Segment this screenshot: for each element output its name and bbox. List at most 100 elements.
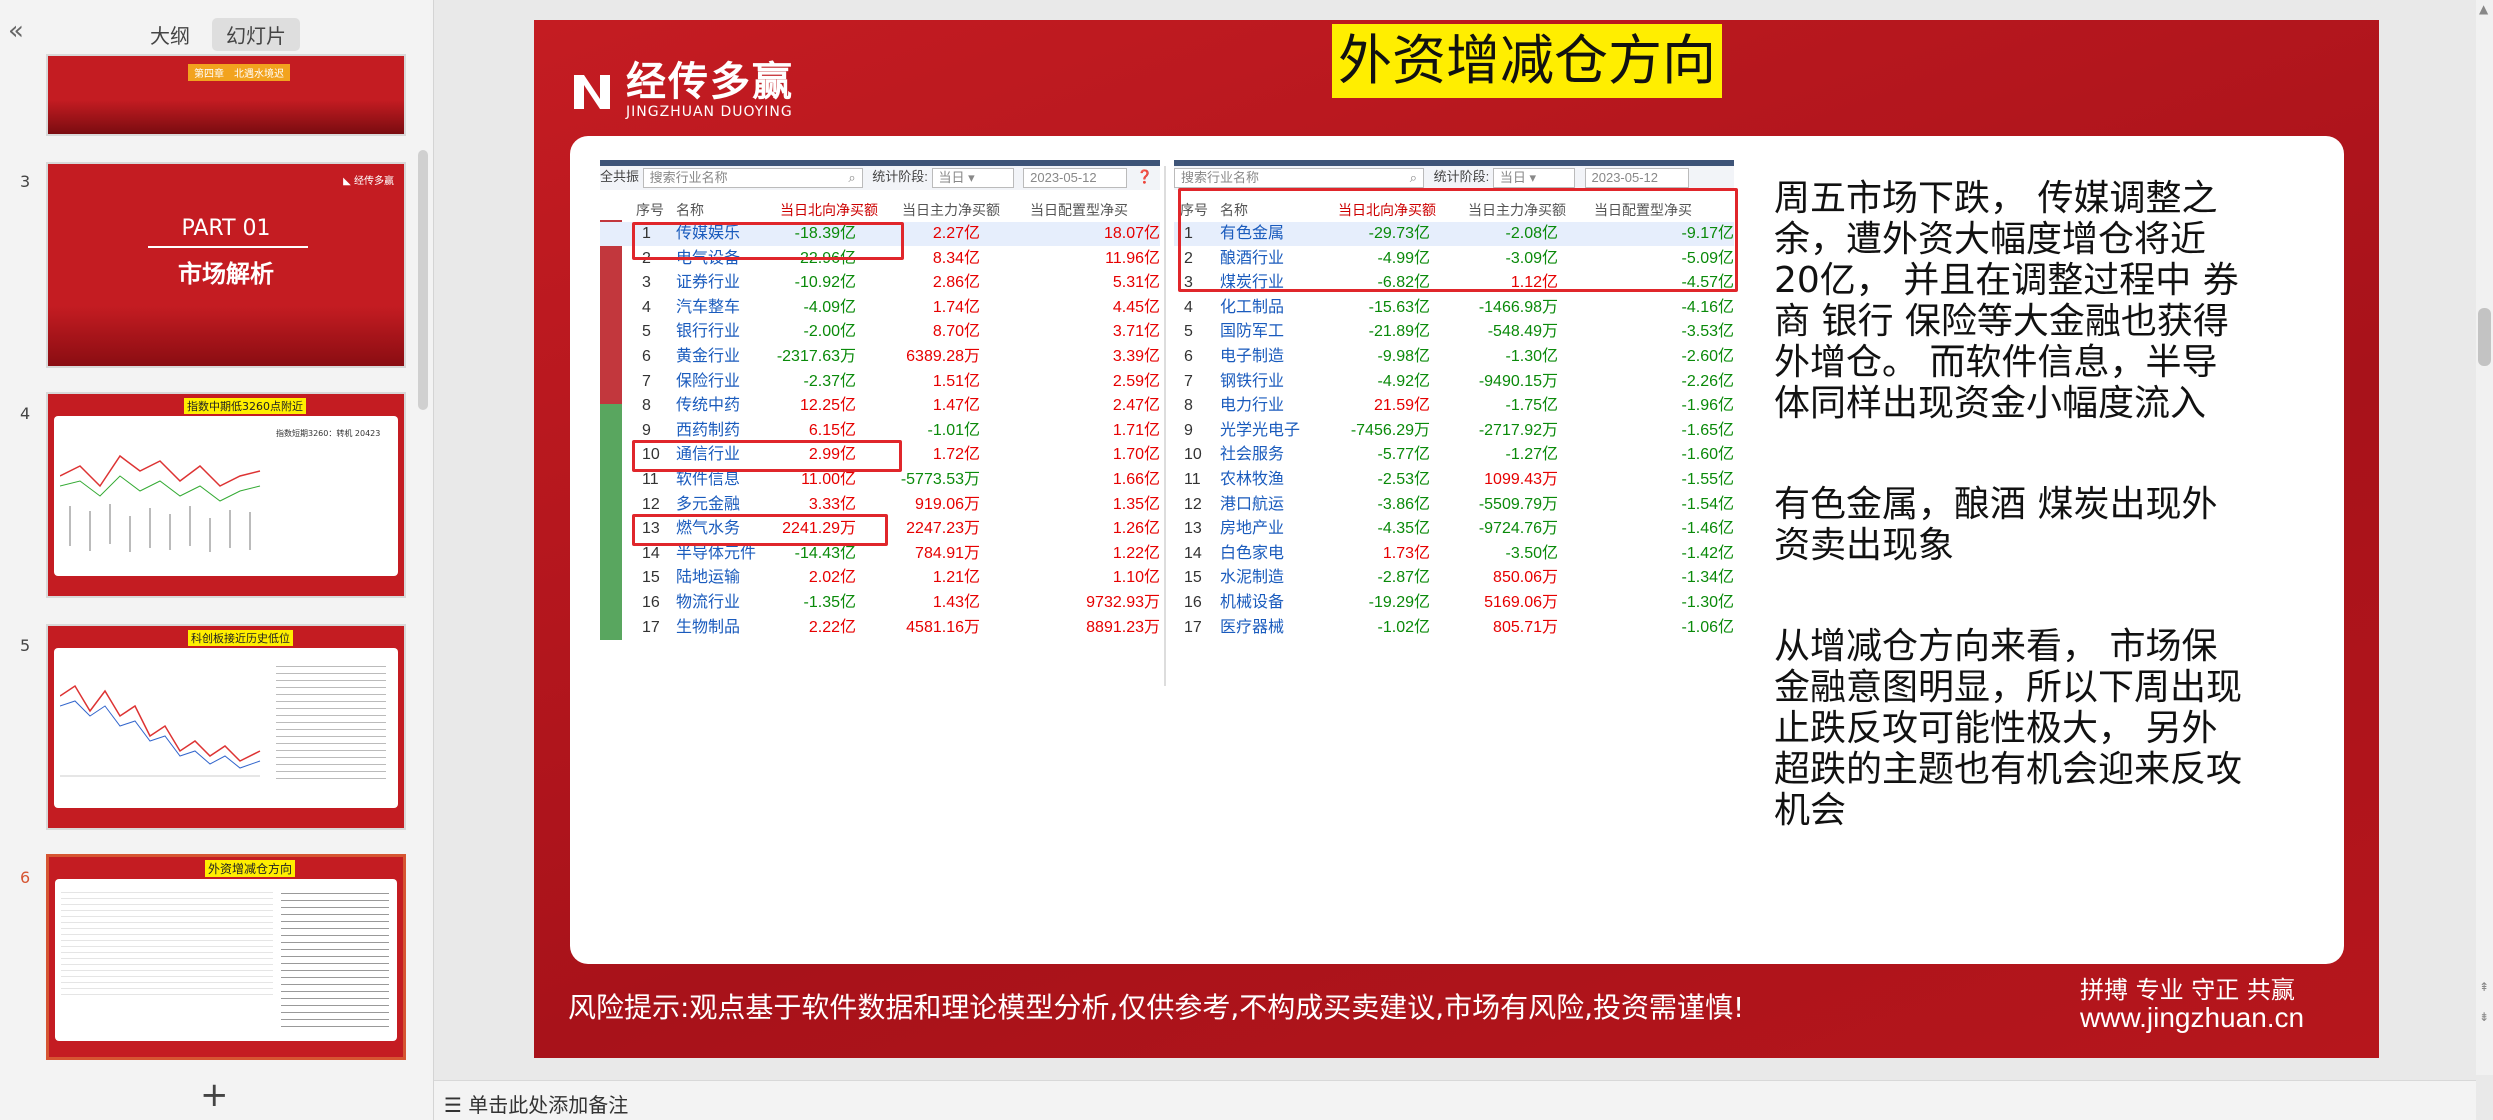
scroll-up-icon: ▲ bbox=[2479, 2, 2489, 16]
table-row[interactable]: 13 房地产业 -1.46亿 -4.35亿 -9724.76万 bbox=[1174, 517, 1734, 541]
table-row[interactable]: 12 多元金融 1.35亿 3.33亿 919.06万 bbox=[600, 493, 1160, 517]
plus-icon[interactable]: + bbox=[200, 1075, 229, 1115]
notes-placeholder: 单击此处添加备注 bbox=[468, 1093, 629, 1117]
table-row[interactable]: 3 证券行业 5.31亿 -10.92亿 2.86亿 bbox=[600, 271, 1160, 295]
slide-canvas[interactable]: 外资增减仓方向 经传多赢 JINGZHUAN DUOYING 全共振 搜索行业名… bbox=[534, 20, 2379, 1058]
table-row[interactable]: 7 保险行业 2.59亿 -2.37亿 1.51亿 bbox=[600, 370, 1160, 394]
tab-outline[interactable]: 大纲 bbox=[136, 18, 204, 51]
table-row[interactable]: 16 机械设备 -1.30亿 -19.29亿 5169.06万 bbox=[1174, 591, 1734, 615]
slide-editor: 外资增减仓方向 经传多赢 JINGZHUAN DUOYING 全共振 搜索行业名… bbox=[434, 0, 2476, 1075]
table-row[interactable]: 4 化工制品 -4.16亿 -15.63亿 -1466.98万 bbox=[1174, 296, 1734, 320]
table-row[interactable]: 4 汽车整车 4.45亿 -4.09亿 1.74亿 bbox=[600, 296, 1160, 320]
cell-name: 机械设备 bbox=[1220, 594, 1285, 611]
cell-idx: 4 bbox=[642, 298, 651, 316]
cell-idx: 16 bbox=[642, 594, 660, 611]
cell-north: 1.10亿 bbox=[1112, 569, 1160, 587]
cell-idx: 11 bbox=[1184, 471, 1201, 488]
view-tabs: 大纲 幻灯片 bbox=[136, 18, 300, 51]
table-row[interactable]: 16 物流行业 9732.93万 -1.35亿 1.43亿 bbox=[600, 591, 1160, 615]
table-row[interactable]: 6 黄金行业 3.39亿 -2317.63万 6389.28万 bbox=[600, 345, 1160, 369]
stat-period-label: 统计阶段: bbox=[1433, 169, 1490, 184]
cell-main: -1.35亿 bbox=[803, 594, 856, 611]
double-chevron-left-icon[interactable]: « bbox=[8, 16, 24, 46]
thumb4-body: 指数短期3260：转机 20423 bbox=[54, 416, 398, 576]
cell-alloc: 6389.28万 bbox=[906, 348, 980, 365]
cell-north: -3.53亿 bbox=[1681, 323, 1734, 341]
tab-slides[interactable]: 幻灯片 bbox=[212, 18, 300, 51]
cell-north: 11.96亿 bbox=[1105, 249, 1160, 267]
next-slide-icon: ⇟ bbox=[2479, 1010, 2490, 1024]
col-name[interactable]: 名称 bbox=[676, 200, 704, 220]
filter-all[interactable]: 全共振 bbox=[600, 169, 639, 184]
cell-alloc: 2247.23万 bbox=[906, 520, 980, 538]
thumb2-chip: 第四章 北遇水境迟 bbox=[188, 64, 290, 81]
table-row[interactable]: 12 港口航运 -1.54亿 -3.86亿 -5509.79万 bbox=[1174, 493, 1734, 517]
cell-alloc: 1.47亿 bbox=[932, 397, 980, 415]
table-row[interactable]: 7 钢铁行业 -2.26亿 -4.92亿 -9490.15万 bbox=[1174, 370, 1734, 394]
cell-north: 4.45亿 bbox=[1112, 298, 1160, 316]
cell-name: 黄金行业 bbox=[676, 348, 741, 365]
brand-logo-icon bbox=[574, 75, 610, 109]
help-icon[interactable]: ❓ bbox=[1137, 169, 1153, 184]
slide-thumbnail-6[interactable]: 外资增减仓方向 bbox=[46, 854, 406, 1060]
cell-idx: 15 bbox=[642, 569, 660, 587]
cell-name: 传统中药 bbox=[676, 397, 741, 415]
cell-north: -2.26亿 bbox=[1681, 372, 1734, 390]
date-picker[interactable]: 2023-05-12 bbox=[1584, 167, 1689, 188]
industry-search-input[interactable]: 搜索行业名称 ⌕ bbox=[642, 167, 863, 188]
cell-idx: 6 bbox=[1184, 348, 1193, 365]
left-table-header: 序号 名称 当日北向净买额 当日主力净买额 当日配置型净买 bbox=[600, 200, 1160, 220]
table-row[interactable]: 10 社会服务 -1.60亿 -5.77亿 -1.27亿 bbox=[1174, 443, 1734, 467]
table-row[interactable]: 11 农林牧渔 -1.55亿 -2.53亿 1099.43万 bbox=[1174, 468, 1734, 492]
cell-alloc: 784.91万 bbox=[915, 544, 980, 562]
cell-main: -2.87亿 bbox=[1377, 569, 1430, 587]
editor-scrollbar[interactable]: ▲ ⇞ ⇟ bbox=[2476, 0, 2493, 1075]
notes-bar[interactable]: ☰ 单击此处添加备注 bbox=[434, 1080, 2476, 1120]
col-alloc[interactable]: 当日配置型净买 bbox=[1030, 200, 1128, 220]
cell-main: -1.02亿 bbox=[1377, 618, 1430, 636]
col-main[interactable]: 当日主力净买额 bbox=[902, 200, 1000, 220]
notes-icon: ☰ bbox=[444, 1093, 462, 1117]
cell-alloc: -1.30亿 bbox=[1505, 348, 1558, 365]
table-row[interactable]: 5 银行行业 3.71亿 -2.00亿 8.70亿 bbox=[600, 320, 1160, 344]
cell-alloc: 1.43亿 bbox=[932, 594, 980, 611]
thumbnail-scrollbar[interactable] bbox=[418, 150, 428, 410]
thumb6-table bbox=[61, 887, 273, 997]
slide-number: 5 bbox=[20, 636, 31, 655]
cell-idx: 13 bbox=[1184, 520, 1202, 538]
cell-main: -9.98亿 bbox=[1377, 348, 1430, 365]
slide-thumbnail-3[interactable]: ◣ 经传多赢 PART 01 市场解析 bbox=[46, 162, 406, 368]
table-row[interactable]: 5 国防军工 -3.53亿 -21.89亿 -548.49万 bbox=[1174, 320, 1734, 344]
cell-north: 9732.93万 bbox=[1086, 594, 1160, 611]
cell-name: 社会服务 bbox=[1220, 446, 1285, 464]
table-row[interactable]: 14 白色家电 -1.42亿 1.73亿 -3.50亿 bbox=[1174, 542, 1734, 566]
industry-search-input[interactable]: 搜索行业名称 ⌕ bbox=[1174, 167, 1424, 188]
table-row[interactable]: 15 水泥制造 -1.34亿 -2.87亿 850.06万 bbox=[1174, 566, 1734, 590]
cell-north: 1.22亿 bbox=[1112, 544, 1160, 562]
thumb-logo: ◣ 经传多赢 bbox=[343, 176, 394, 187]
col-index[interactable]: 序号 bbox=[636, 200, 664, 220]
col-north[interactable]: 当日北向净买额 bbox=[780, 200, 878, 220]
cell-main: -21.89亿 bbox=[1368, 323, 1430, 341]
date-picker[interactable]: 2023-05-12 bbox=[1023, 167, 1128, 188]
table-row[interactable]: 6 电子制造 -2.60亿 -9.98亿 -1.30亿 bbox=[1174, 345, 1734, 369]
table-row[interactable]: 17 医疗器械 -1.06亿 -1.02亿 805.71万 bbox=[1174, 616, 1734, 640]
left-table-toolbar: 全共振 搜索行业名称 ⌕ 统计阶段: 当日 ▾ 2023-05-12 ❓ bbox=[600, 160, 1160, 190]
cell-alloc: 1.74亿 bbox=[932, 298, 980, 316]
stat-period-select[interactable]: 当日 ▾ bbox=[931, 167, 1014, 188]
slide-thumbnail-2[interactable]: 第四章 北遇水境迟 bbox=[46, 54, 406, 136]
table-row[interactable]: 8 传统中药 2.47亿 12.25亿 1.47亿 bbox=[600, 394, 1160, 418]
scroll-thumb[interactable] bbox=[2478, 308, 2491, 366]
slide-thumbnail-5[interactable]: 科创板接近历史低位 bbox=[46, 624, 406, 830]
cell-name: 房地产业 bbox=[1220, 520, 1285, 538]
cell-main: 3.33亿 bbox=[808, 495, 856, 513]
table-row[interactable]: 9 光学光电子 -1.65亿 -7456.29万 -2717.92万 bbox=[1174, 419, 1734, 443]
thumb5-title: 科创板接近历史低位 bbox=[188, 630, 293, 646]
cell-main: -10.92亿 bbox=[794, 274, 856, 292]
table-row[interactable]: 17 生物制品 8891.23万 2.22亿 4581.16万 bbox=[600, 616, 1160, 640]
cell-idx: 17 bbox=[1184, 618, 1202, 636]
table-row[interactable]: 15 陆地运输 1.10亿 2.02亿 1.21亿 bbox=[600, 566, 1160, 590]
table-row[interactable]: 8 电力行业 -1.96亿 21.59亿 -1.75亿 bbox=[1174, 394, 1734, 418]
slide-thumbnail-4[interactable]: 指数中期低3260点附近 指数短期3260：转机 20423 bbox=[46, 392, 406, 598]
stat-period-select[interactable]: 当日 ▾ bbox=[1492, 167, 1575, 188]
